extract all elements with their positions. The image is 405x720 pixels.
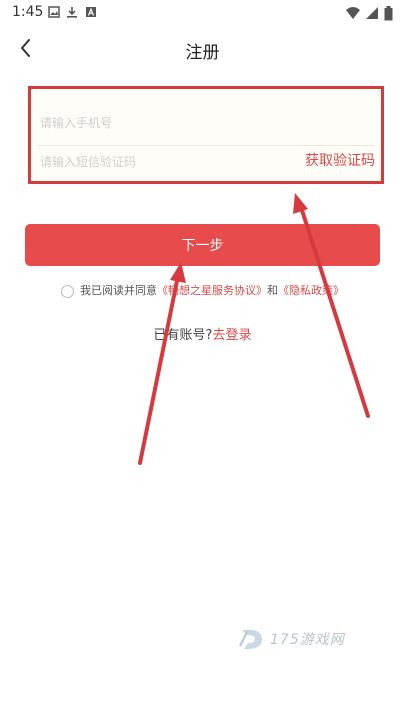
get-code-button[interactable]: 获取验证码: [305, 150, 375, 170]
agreement-middle: 和: [267, 284, 278, 297]
privacy-policy-link[interactable]: 《隐私政策》: [278, 284, 344, 297]
form-highlight-box: 获取验证码: [28, 86, 384, 184]
sms-code-input[interactable]: [38, 146, 282, 178]
battery-icon: [384, 6, 393, 21]
status-time: 1:45: [12, 4, 44, 20]
watermark: 175游戏网: [238, 626, 345, 652]
page-title: 注册: [185, 43, 220, 63]
login-row: 已有账号?去登录: [0, 324, 405, 343]
wifi-icon: [346, 7, 360, 19]
login-prompt: 已有账号?: [153, 328, 213, 343]
login-link[interactable]: 去登录: [212, 328, 251, 343]
app-a-icon: [86, 7, 96, 17]
watermark-logo-icon: [239, 629, 262, 650]
phone-input[interactable]: [38, 107, 282, 139]
download-icon: [67, 7, 77, 18]
image-icon: [48, 6, 60, 18]
phone-field: [38, 99, 375, 146]
agree-radio[interactable]: [61, 284, 74, 298]
agreement-row: 我已阅读并同意《畅想之星服务协议》和《隐私政策》: [0, 282, 405, 298]
signal-icon: [366, 7, 378, 19]
code-field: 获取验证码: [38, 146, 375, 182]
watermark-text: 175游戏网: [270, 632, 345, 648]
agreement-prefix: 我已阅读并同意: [80, 284, 157, 297]
service-agreement-link[interactable]: 《畅想之星服务协议》: [157, 284, 267, 297]
nav-bar: 注册: [0, 26, 405, 72]
status-bar: 1:45: [0, 0, 405, 26]
next-button[interactable]: 下一步: [25, 224, 380, 266]
